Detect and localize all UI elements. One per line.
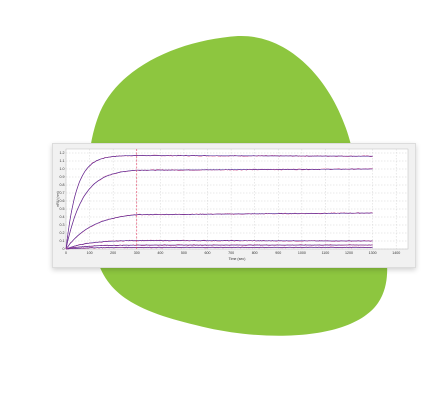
x-tick-label: 400 bbox=[157, 251, 163, 255]
x-tick-label: 1200 bbox=[345, 251, 353, 255]
y-tick-label: 0.4 bbox=[60, 215, 65, 219]
x-tick-label: 200 bbox=[110, 251, 116, 255]
y-tick-label: 0.8 bbox=[60, 183, 65, 187]
kinetics-chart: 0 100 200 300 400 500 600 700 800 900 1000 1100 1200… bbox=[56, 148, 409, 261]
x-tick-label: 600 bbox=[205, 251, 211, 255]
plot-area bbox=[65, 148, 409, 250]
x-tick-label: 700 bbox=[228, 251, 234, 255]
page-canvas: 0 100 200 300 400 500 600 700 800 900 1000 1100 1200… bbox=[0, 0, 448, 406]
x-tick-label: 0 bbox=[65, 251, 67, 255]
x-tick-label: 1000 bbox=[298, 251, 306, 255]
y-tick-label: 0.6 bbox=[60, 199, 65, 203]
x-tick-label: 900 bbox=[275, 251, 281, 255]
chart-panel: 0 100 200 300 400 500 600 700 800 900 1000 1100 1200… bbox=[52, 143, 416, 268]
x-tick-label: 1100 bbox=[322, 251, 330, 255]
y-tick-label: 0.1 bbox=[60, 239, 65, 243]
x-tick-label: 100 bbox=[87, 251, 93, 255]
y-axis-title: nRU (nm) bbox=[56, 191, 60, 207]
x-tick-label: 800 bbox=[252, 251, 258, 255]
y-tick-label: 0 bbox=[63, 247, 65, 251]
x-tick-label: 300 bbox=[134, 251, 140, 255]
y-tick-label: 1.1 bbox=[60, 159, 65, 163]
y-tick-label: 1.0 bbox=[60, 167, 65, 171]
x-axis-title: Time (sec) bbox=[229, 257, 246, 261]
x-tick-label: 1300 bbox=[369, 251, 377, 255]
y-tick-label: 0.9 bbox=[60, 175, 65, 179]
y-tick-label: 0.5 bbox=[60, 207, 65, 211]
y-tick-label: 1.2 bbox=[60, 151, 65, 155]
y-tick-label: 0.7 bbox=[60, 191, 65, 195]
x-tick-label: 1400 bbox=[392, 251, 400, 255]
y-tick-label: 0.2 bbox=[60, 231, 65, 235]
x-tick-label: 500 bbox=[181, 251, 187, 255]
y-tick-label: 0.3 bbox=[60, 223, 65, 227]
